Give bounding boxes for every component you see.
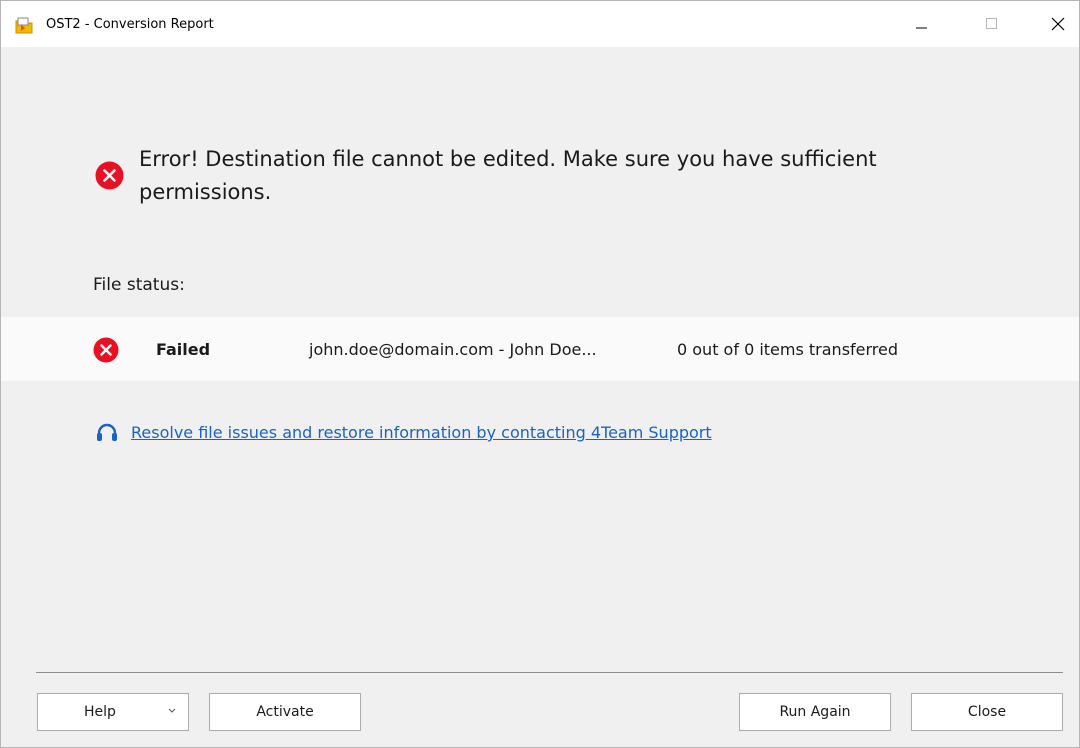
conversion-report-window: OST2 - Conversion Report Error! Destinat… [0, 0, 1080, 748]
app-folder-icon [14, 16, 34, 36]
window-title: OST2 - Conversion Report [46, 17, 214, 32]
footer-divider [36, 672, 1063, 673]
minimize-icon [916, 27, 927, 29]
error-circle-icon [93, 337, 119, 363]
close-button[interactable]: Close [911, 693, 1063, 731]
close-window-button[interactable] [1035, 1, 1079, 47]
run-again-button[interactable]: Run Again [739, 693, 891, 731]
help-dropdown-button[interactable]: Help [37, 693, 189, 731]
file-status-label: File status: [93, 275, 185, 295]
help-button-label: Help [84, 704, 116, 720]
error-circle-icon [95, 161, 124, 190]
row-account: john.doe@domain.com - John Doe... [309, 340, 597, 359]
headset-icon [95, 421, 119, 445]
error-message: Error! Destination file cannot be edited… [139, 147, 877, 204]
maximize-button[interactable] [969, 1, 1015, 47]
activate-button[interactable]: Activate [209, 693, 361, 731]
maximize-icon [986, 18, 997, 29]
minimize-button[interactable] [899, 1, 945, 47]
row-status: Failed [156, 340, 211, 359]
file-status-row: Failed john.doe@domain.com - John Doe...… [1, 317, 1079, 381]
row-items-transferred: 0 out of 0 items transferred [677, 340, 899, 359]
chevron-down-icon [168, 708, 176, 713]
support-link[interactable]: Resolve file issues and restore informat… [131, 422, 712, 444]
close-icon [1051, 17, 1065, 31]
title-bar: OST2 - Conversion Report [1, 1, 1079, 47]
